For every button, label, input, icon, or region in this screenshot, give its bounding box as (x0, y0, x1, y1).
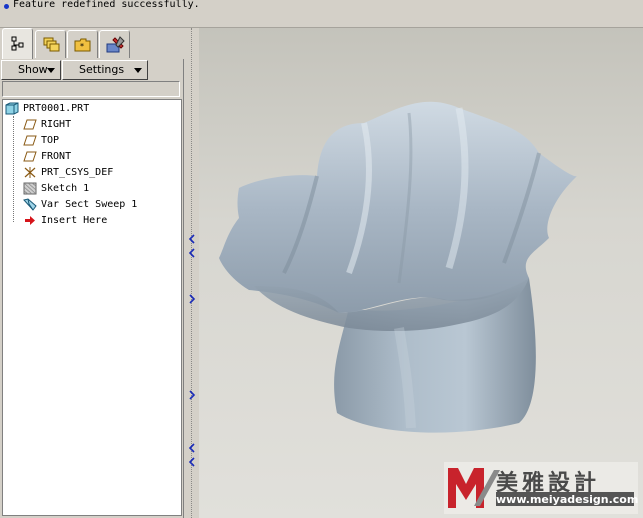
watermark: 美雅設計 www.meiyadesign.com (444, 462, 638, 514)
status-message: Feature redefined successfully. (13, 0, 200, 10)
chevron-down-icon (134, 68, 142, 73)
tree-item-label: FRONT (41, 151, 72, 162)
sweep-icon (23, 198, 37, 211)
coordinate-system-icon (24, 167, 36, 178)
settings-label: Settings (79, 63, 125, 76)
show-label: Show (18, 63, 48, 76)
info-bullet-icon (4, 4, 9, 9)
tree-item-label: Var Sect Sweep 1 (41, 199, 138, 210)
collapse-arrow-icon[interactable] (186, 233, 198, 245)
collapse-arrow-icon[interactable] (186, 456, 198, 468)
tree-item-label: RIGHT (41, 119, 72, 130)
datum-plane-icon (23, 119, 37, 130)
navigator-panel: Show Settings PRT0001.PRT RIGHT TOP FRON… (0, 59, 184, 518)
tab-folder-browser[interactable]: * (67, 30, 98, 58)
expand-arrow-icon[interactable] (186, 293, 198, 305)
model-tree-icon (11, 36, 24, 51)
svg-text:*: * (80, 42, 84, 51)
expand-arrow-icon[interactable] (186, 389, 198, 401)
insert-arrow-icon (25, 216, 35, 225)
navigator-tabs: * (0, 28, 187, 60)
settings-dropdown[interactable]: Settings (62, 60, 148, 80)
tree-filter-bar[interactable] (2, 81, 180, 97)
tab-model-tree[interactable] (2, 28, 33, 59)
tree-root-label: PRT0001.PRT (23, 103, 90, 114)
tree-item-label: PRT_CSYS_DEF (41, 167, 114, 178)
model-tree: PRT0001.PRT RIGHT TOP FRONT PRT_CSYS_DEF… (2, 99, 182, 516)
tree-item-label: TOP (41, 135, 60, 146)
collapse-arrow-icon[interactable] (186, 442, 198, 454)
datum-plane-icon (23, 135, 37, 146)
tree-item-label: Insert Here (41, 215, 108, 226)
folder-icon: * (74, 38, 91, 52)
tools-icon (106, 36, 125, 53)
message-area: Feature redefined successfully. (0, 0, 643, 28)
show-dropdown[interactable]: Show (1, 60, 61, 80)
collapse-arrow-icon[interactable] (186, 247, 198, 259)
tab-tools[interactable] (99, 30, 130, 58)
sketch-icon (23, 182, 37, 195)
graphics-window[interactable] (199, 28, 643, 518)
sweep-surface-model (219, 101, 577, 433)
tree-toolbar: Show Settings (0, 59, 184, 81)
part-icon (5, 102, 19, 115)
tab-layers[interactable] (35, 30, 66, 58)
datum-plane-icon (23, 151, 37, 162)
layers-icon (43, 37, 60, 52)
panel-splitter[interactable] (185, 28, 199, 518)
tree-item-label: Sketch 1 (41, 183, 90, 194)
chevron-down-icon (47, 68, 55, 73)
tree-connector (13, 116, 14, 222)
watermark-url: www.meiyadesign.com (496, 493, 639, 506)
